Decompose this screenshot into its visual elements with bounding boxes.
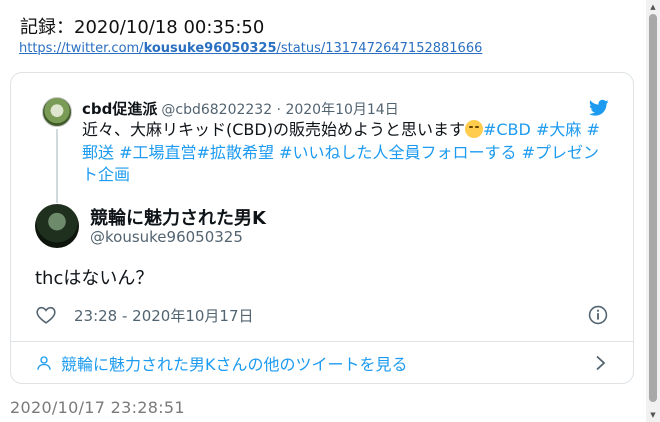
scroll-down-arrow-icon[interactable]: ▼ xyxy=(646,408,660,422)
vertical-scrollbar[interactable]: ▲ ▼ xyxy=(646,0,660,422)
more-tweets-link[interactable]: 競輪に魅力された男Kさんの他のツイートを見る xyxy=(35,341,633,384)
url-suffix: /status/1317472647152881666 xyxy=(276,41,483,56)
like-heart-icon[interactable] xyxy=(35,304,57,326)
embedded-tweet-card[interactable]: cbd促進派 @cbd68202232 · 2020年10月14日 近々、大麻リキ… xyxy=(10,72,634,384)
chevron-right-icon xyxy=(596,355,606,371)
tweet-url-link[interactable]: https://twitter.com/kousuke96050325/stat… xyxy=(19,41,482,56)
scrollbar-thumb[interactable] xyxy=(649,14,657,402)
author-handle[interactable]: @kousuke96050325 xyxy=(90,228,243,246)
url-user: kousuke96050325 xyxy=(143,41,277,56)
quoted-handle-date[interactable]: @cbd68202232 · 2020年10月14日 xyxy=(161,102,398,118)
record-timestamp: 記録：2020/10/18 00:35:50 xyxy=(20,17,265,38)
quoted-avatar[interactable] xyxy=(42,97,72,127)
tweet-text: thcはないん？ xyxy=(35,268,154,289)
hashtag-cbd[interactable]: #CBD xyxy=(483,120,531,139)
tweet-timestamp[interactable]: 23:28 - 2020年10月17日 xyxy=(74,305,254,326)
scroll-up-arrow-icon[interactable]: ▲ xyxy=(646,0,660,14)
user-icon xyxy=(37,355,51,370)
info-icon[interactable] xyxy=(587,304,609,326)
url-prefix: https://twitter.com/ xyxy=(19,41,144,56)
quoted-tweet-text: 近々、大麻リキッド(CBD)の販売始めようと思います #CBD #大麻 #郵送 #… xyxy=(82,119,612,187)
twitter-bird-icon[interactable] xyxy=(589,99,609,117)
author-display-name[interactable]: 競輪に魅力された男K xyxy=(90,204,266,230)
hashtag-follow[interactable]: #いいねした人全員フォローする xyxy=(279,143,516,162)
quoted-header: cbd促進派 @cbd68202232 · 2020年10月14日 xyxy=(82,98,399,119)
quoted-display-name[interactable]: cbd促進派 xyxy=(82,100,157,118)
more-tweets-label: 競輪に魅力された男Kさんの他のツイートを見る xyxy=(61,354,408,374)
author-avatar[interactable] xyxy=(35,204,79,248)
quoted-text-body: 近々、大麻リキッド(CBD)の販売始めようと思います xyxy=(82,120,465,139)
hashtag-kakusan[interactable]: #拡散希望 xyxy=(197,143,274,162)
thread-line xyxy=(56,129,58,203)
smiling-blush-emoji-icon xyxy=(464,120,483,138)
hashtag-taima[interactable]: #大麻 xyxy=(536,120,581,139)
capture-timestamp: 2020/10/17 23:28:51 xyxy=(10,398,185,417)
hashtag-koujou[interactable]: #工場直営 xyxy=(119,143,196,162)
